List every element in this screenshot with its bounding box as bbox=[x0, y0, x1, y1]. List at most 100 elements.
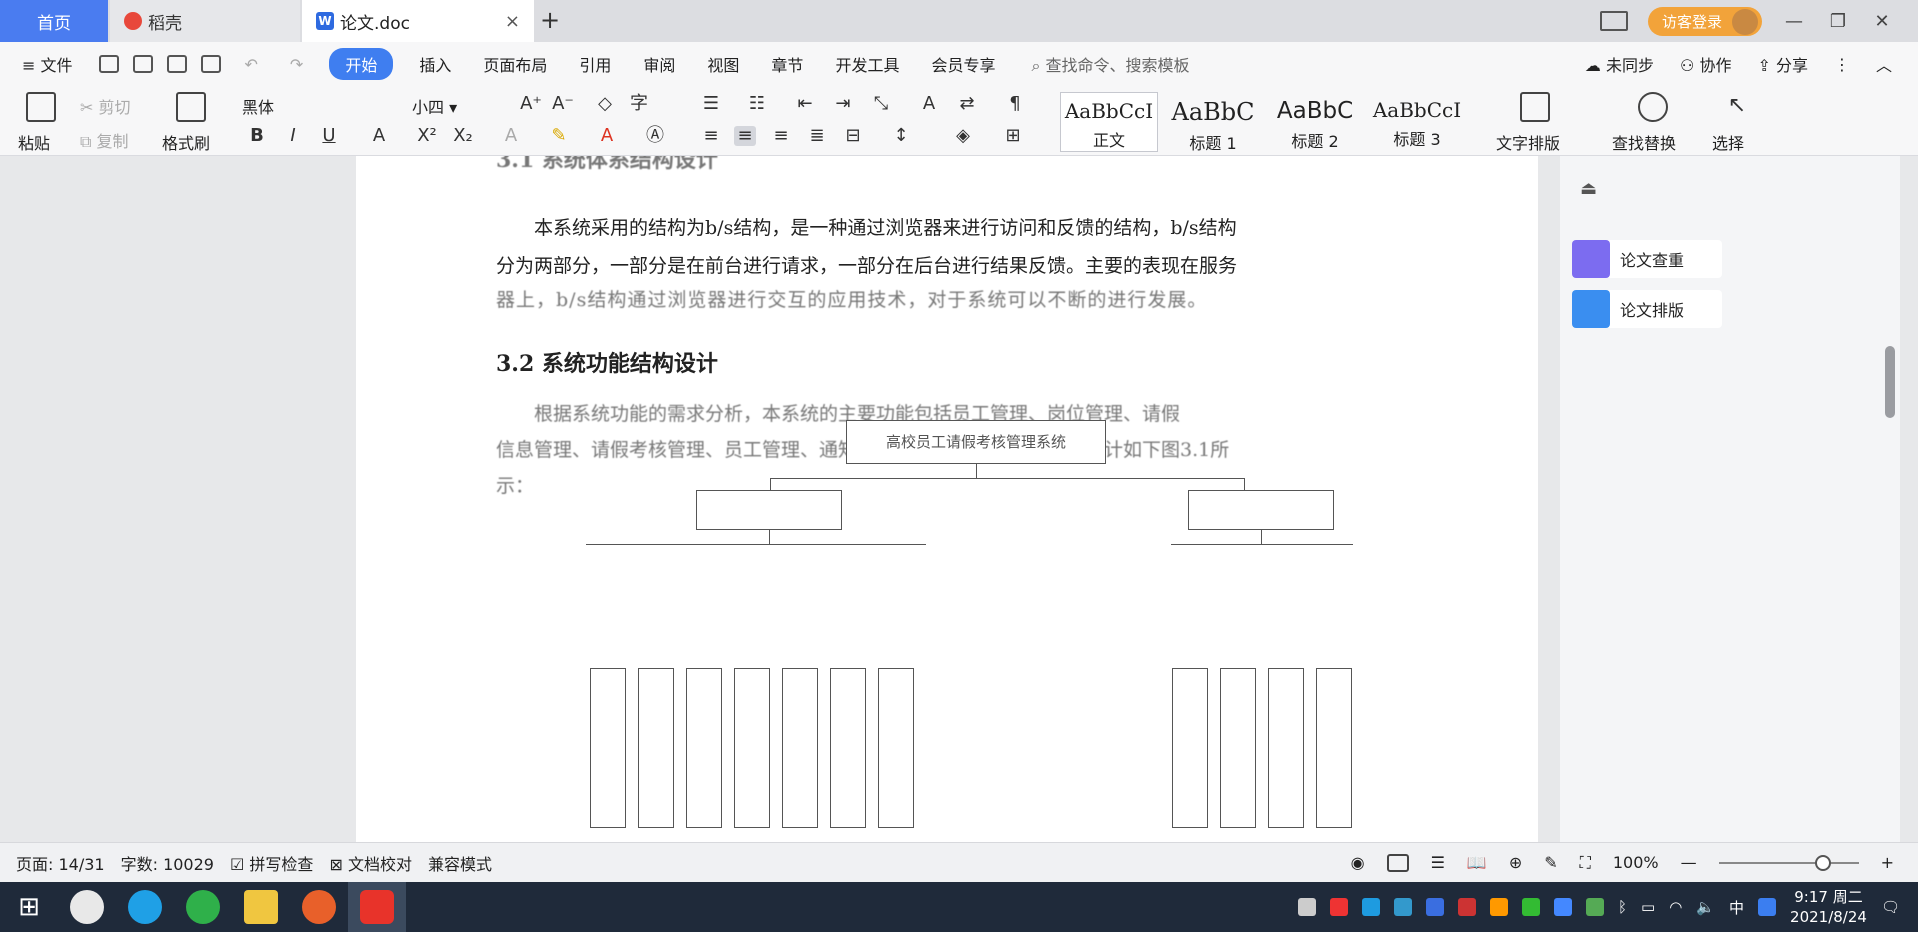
menu-view[interactable]: 视图 bbox=[691, 52, 755, 76]
menu-references[interactable]: 引用 bbox=[563, 52, 627, 76]
new-tab-button[interactable]: + bbox=[540, 6, 560, 34]
undo-icon[interactable]: ↶ bbox=[229, 55, 274, 74]
borders-icon[interactable]: ⊞ bbox=[1002, 126, 1024, 146]
menu-chapter[interactable]: 章节 bbox=[755, 52, 819, 76]
print-icon[interactable] bbox=[166, 55, 187, 73]
input-method-icon[interactable] bbox=[1758, 898, 1777, 916]
taskbar-browser[interactable] bbox=[174, 882, 232, 932]
char-border-icon[interactable]: Ⓐ bbox=[644, 126, 666, 146]
tray-app-icon[interactable] bbox=[1490, 898, 1509, 916]
spell-check-button[interactable]: ☑ 拼写检查 bbox=[230, 851, 313, 875]
superscript-icon[interactable]: X² bbox=[416, 126, 438, 146]
text-direction-icon[interactable]: ⤡ bbox=[870, 94, 892, 114]
window-layout-icon[interactable] bbox=[1599, 11, 1628, 31]
phonetic-icon[interactable]: 字 bbox=[628, 94, 650, 114]
underline-icon[interactable]: U bbox=[318, 126, 340, 146]
tray-app-icon[interactable] bbox=[1458, 898, 1477, 916]
tab-docer[interactable]: 稻壳 bbox=[110, 0, 300, 42]
battery-icon[interactable]: ▭ bbox=[1641, 898, 1655, 916]
document-page[interactable]: 3.1 系统体系结构设计 本系统采用的结构为b/s结构，是一种通过浏览器来进行访… bbox=[356, 156, 1538, 842]
export-pdf-icon[interactable] bbox=[132, 55, 153, 73]
distribute-icon[interactable]: ⊟ bbox=[842, 126, 864, 146]
bold-icon[interactable]: B bbox=[246, 126, 268, 146]
line-spacing-icon[interactable]: ↕ bbox=[890, 126, 912, 146]
collapse-ribbon-icon[interactable]: ︿ bbox=[1876, 52, 1892, 76]
collapse-panel-icon[interactable]: ⏏ bbox=[1580, 178, 1597, 199]
zoom-slider[interactable] bbox=[1718, 854, 1859, 871]
ime-indicator[interactable]: 中 bbox=[1729, 897, 1744, 918]
menu-review[interactable]: 审阅 bbox=[627, 52, 691, 76]
bluetooth-icon[interactable]: ᛒ bbox=[1618, 898, 1627, 916]
font-size-select[interactable]: 小四 ▾ bbox=[412, 94, 492, 118]
taskbar-ie[interactable] bbox=[116, 882, 174, 932]
font-name-select[interactable]: 黑体 bbox=[242, 94, 402, 118]
redo-icon[interactable]: ↷ bbox=[274, 55, 319, 74]
tab-home[interactable]: 首页 bbox=[0, 0, 108, 42]
share-button[interactable]: ⇪ 分享 bbox=[1757, 52, 1808, 76]
nvidia-icon[interactable] bbox=[1586, 898, 1605, 916]
login-button[interactable]: 访客登录 bbox=[1647, 6, 1762, 36]
taskbar-app-2[interactable] bbox=[290, 882, 348, 932]
strikethrough-icon[interactable]: A bbox=[368, 126, 390, 146]
wifi-icon[interactable]: ◠ bbox=[1669, 898, 1682, 916]
more-icon[interactable]: ⋮ bbox=[1834, 55, 1850, 74]
web-view-icon[interactable]: ⊕ bbox=[1509, 853, 1522, 872]
close-tab-icon[interactable]: × bbox=[505, 11, 520, 32]
reading-view-icon[interactable]: 📖 bbox=[1467, 853, 1487, 872]
tray-app-icon[interactable] bbox=[1330, 898, 1349, 916]
collab-button[interactable]: ⚇ 协作 bbox=[1680, 52, 1731, 76]
find-replace-button[interactable]: 查找替换 bbox=[1612, 130, 1676, 154]
page-view-icon[interactable] bbox=[1386, 853, 1409, 872]
taskbar-explorer[interactable] bbox=[232, 882, 290, 932]
paste-button[interactable]: 粘贴 bbox=[18, 130, 50, 154]
copy-button[interactable]: ⧉ 复制 bbox=[80, 128, 129, 152]
tab-document[interactable]: W 论文.doc × bbox=[302, 0, 534, 42]
menu-start[interactable]: 开始 bbox=[329, 48, 394, 80]
word-count[interactable]: 字数: 10029 bbox=[121, 851, 214, 875]
shading-icon[interactable]: ◈ bbox=[952, 126, 974, 146]
taskbar-app-1[interactable] bbox=[58, 882, 116, 932]
write-mode-icon[interactable]: ✎ bbox=[1544, 853, 1557, 872]
zoom-in-icon[interactable]: + bbox=[1881, 853, 1894, 872]
cut-button[interactable]: ✂ 剪切 bbox=[80, 94, 131, 118]
justify-icon[interactable]: ≣ bbox=[806, 126, 828, 146]
shield-icon[interactable] bbox=[1426, 898, 1445, 916]
style-heading-1[interactable]: AaBbC 标题 1 bbox=[1164, 92, 1262, 153]
volume-icon[interactable]: 🔈 bbox=[1696, 898, 1715, 916]
paper-check-button[interactable]: 论文查重 bbox=[1572, 240, 1722, 278]
menu-insert[interactable]: 插入 bbox=[403, 52, 467, 76]
zoom-out-icon[interactable]: — bbox=[1681, 853, 1697, 872]
italic-icon[interactable]: I bbox=[282, 126, 304, 146]
highlight-icon[interactable]: ✎ bbox=[548, 126, 570, 146]
text-layout-icon[interactable] bbox=[1520, 92, 1550, 122]
fit-page-icon[interactable]: ⛶ bbox=[1580, 853, 1591, 873]
align-left-icon[interactable]: ≡ bbox=[700, 126, 722, 146]
format-painter-button[interactable]: 格式刷 bbox=[162, 130, 210, 154]
align-center-icon[interactable]: ≡ bbox=[734, 126, 756, 146]
minimize-icon[interactable]: — bbox=[1782, 11, 1806, 32]
text-effect-icon[interactable]: A bbox=[500, 126, 522, 146]
menu-developer[interactable]: 开发工具 bbox=[819, 52, 915, 76]
tray-app-icon[interactable] bbox=[1394, 898, 1413, 916]
page-indicator[interactable]: 页面: 14/31 bbox=[16, 851, 105, 875]
clock[interactable]: 9:17 周二 2021/8/24 bbox=[1790, 887, 1867, 927]
menu-member[interactable]: 会员专享 bbox=[915, 52, 1011, 76]
sort-icon[interactable]: ⇄ bbox=[956, 94, 978, 114]
font-color-icon[interactable]: A bbox=[596, 126, 618, 146]
style-heading-2[interactable]: AaBbC 标题 2 bbox=[1266, 92, 1364, 152]
scrollbar-thumb[interactable] bbox=[1885, 346, 1895, 418]
command-search[interactable]: ⌕ 查找命令、搜索模板 bbox=[1031, 52, 1189, 76]
tray-app-icon[interactable] bbox=[1554, 898, 1573, 916]
tray-app-icon[interactable] bbox=[1522, 898, 1541, 916]
bullet-list-icon[interactable]: ☰ bbox=[700, 94, 722, 114]
outline-view-icon[interactable]: ☰ bbox=[1431, 853, 1445, 872]
close-window-icon[interactable]: ✕ bbox=[1870, 11, 1894, 32]
style-normal[interactable]: AaBbCcI 正文 bbox=[1060, 92, 1158, 152]
select-button[interactable]: 选择 bbox=[1712, 130, 1744, 154]
style-heading-3[interactable]: AaBbCcI 标题 3 bbox=[1368, 92, 1466, 152]
eye-protection-icon[interactable]: ◉ bbox=[1351, 853, 1365, 872]
text-layout-button[interactable]: 文字排版 bbox=[1496, 130, 1560, 154]
zoom-slider-knob[interactable] bbox=[1814, 854, 1831, 871]
increase-indent-icon[interactable]: ⇥ bbox=[832, 94, 854, 114]
file-menu[interactable]: ≡ 文件 bbox=[0, 52, 89, 76]
